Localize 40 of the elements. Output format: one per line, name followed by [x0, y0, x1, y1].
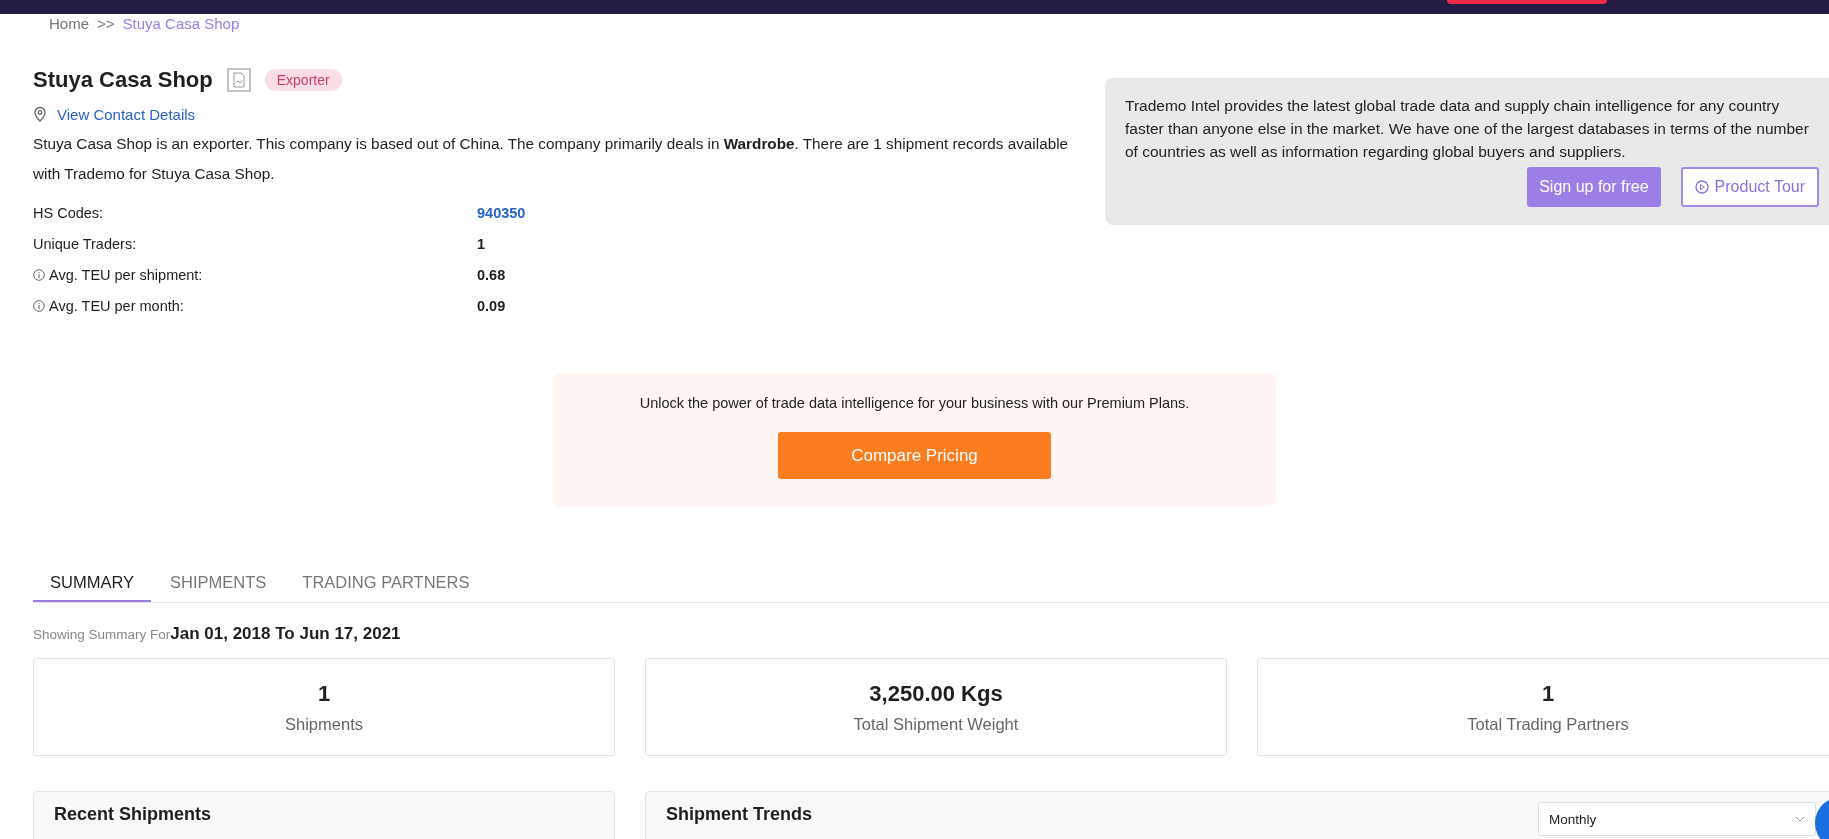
company-description: Stuya Casa Shop is an exporter. This company is based out of China. The company primarily deals in Wardrobe. There are 1 shipment records available with Trademo for Stuya Casa Shop. [33, 134, 1070, 184]
contact-details-link[interactable]: View Contact Details [57, 105, 196, 123]
exporter-badge: Exporter [264, 69, 342, 91]
info-icon[interactable] [33, 299, 45, 312]
signup-button[interactable]: Sign up for free [1527, 167, 1661, 207]
breadcrumb-link[interactable]: Stuya Casa Shop [122, 14, 240, 32]
fact-value: 0.09 [477, 296, 507, 316]
fact-label: HS Codes: [33, 204, 104, 221]
intel-text: Trademo Intel provides the latest global trade data and supply chain intelligence for any country faster than anyone else in the market. We have one of the largest databases in terms of the number of countries as well as information regarding global buyers and suppliers. [1125, 96, 1810, 162]
breadcrumb-link[interactable]: Home [49, 14, 89, 32]
tab[interactable]: SUMMARY [33, 567, 152, 602]
play-icon [1694, 180, 1709, 194]
panel-title: Shipment Trends [666, 803, 813, 825]
fact-value: 1 [477, 234, 487, 254]
period-select[interactable]: Monthly [1538, 802, 1816, 836]
fact-value: 0.68 [477, 265, 507, 285]
summary-date-range: Jan 01, 2018 To Jun 17, 2021 [170, 624, 401, 644]
hs-code-link[interactable]: 940350 [477, 197, 1070, 228]
fact-label: Unique Traders: [33, 235, 137, 252]
product-tour-button[interactable]: Product Tour [1680, 167, 1819, 207]
stat-value: 1 [1541, 680, 1555, 707]
fact-label: Avg. TEU per shipment: [49, 266, 203, 283]
chevron-down-icon [1795, 816, 1805, 822]
location-pin-icon [33, 106, 47, 122]
compare-pricing-button[interactable]: Compare Pricing [778, 432, 1051, 479]
stat-value: 1 [317, 680, 331, 707]
panel-title: Recent Shipments [54, 803, 212, 825]
company-title: Stuya Casa Shop [33, 67, 213, 93]
stat-label: Total Trading Partners [1467, 714, 1629, 734]
document-icon[interactable] [226, 68, 251, 92]
tab[interactable]: TRADING PARTNERS [285, 567, 487, 602]
tab[interactable]: SHIPMENTS [153, 567, 284, 602]
stat-label: Total Shipment Weight [853, 714, 1019, 734]
stat-value: 3,250.00 Kgs [869, 680, 1003, 707]
stat-label: Shipments [285, 714, 363, 734]
premium-text: Unlock the power of trade data intelligence for your business with our Premium Plans. [639, 395, 1190, 411]
summary-prefix: Showing Summary For [33, 627, 171, 642]
info-icon[interactable] [33, 268, 45, 281]
breadcrumb-separator: >> [97, 14, 115, 32]
fact-label: Avg. TEU per month: [49, 297, 184, 314]
